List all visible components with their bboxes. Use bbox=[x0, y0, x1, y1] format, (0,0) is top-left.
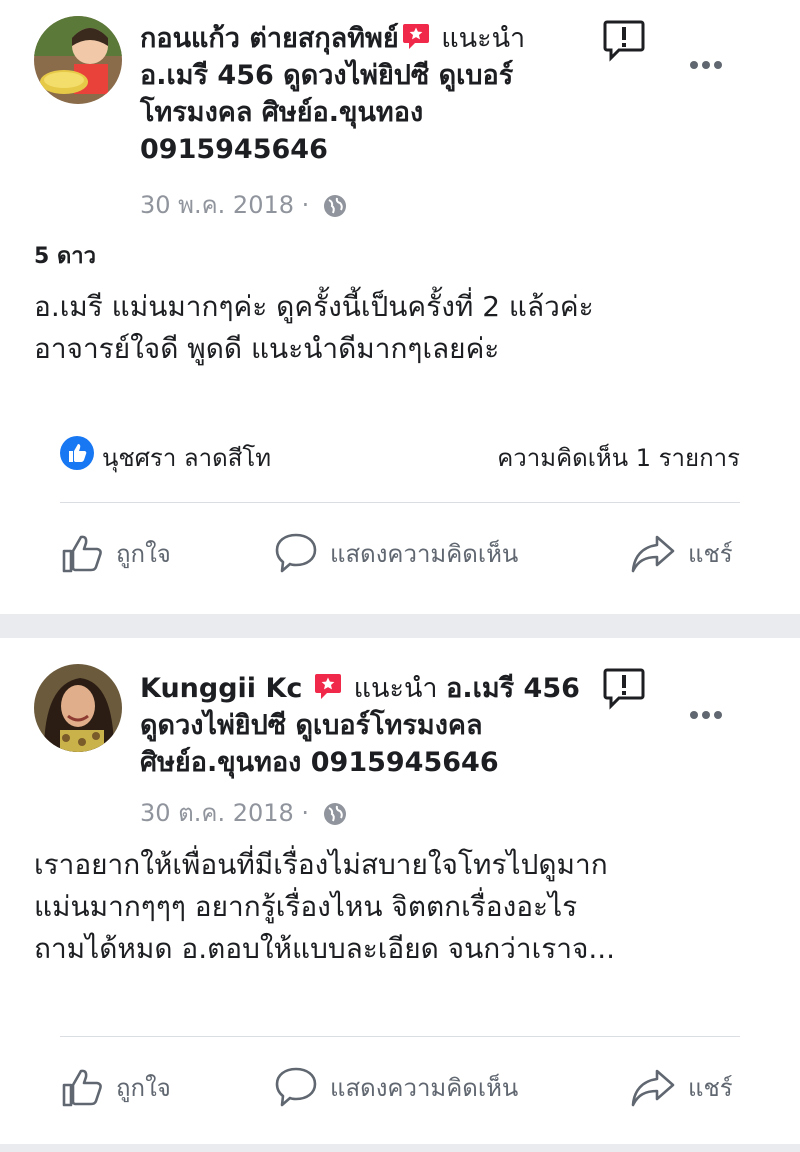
share-arrow-icon bbox=[631, 535, 675, 573]
post-header: กอนแก้ว ต่ายสกุลทิพย์ แนะนำ อ.เมรี 456 ด… bbox=[140, 20, 602, 168]
meta-separator: · bbox=[301, 191, 310, 219]
feed-separator bbox=[0, 614, 800, 638]
comment-count[interactable]: ความคิดเห็น 1 รายการ bbox=[497, 438, 740, 477]
report-icon[interactable] bbox=[602, 18, 646, 62]
recommended-page-line-2[interactable]: โทรมงคล ศิษย์อ.ขุนทอง bbox=[140, 97, 423, 128]
comment-button[interactable]: แสดงความคิดเห็น bbox=[274, 1062, 518, 1112]
review-line: ถามได้หมด อ.ตอบให้แบบละเอียด จนกว่าเราจ.… bbox=[34, 932, 616, 965]
like-reaction-icon bbox=[60, 436, 94, 470]
recommended-page[interactable]: อ.เมรี 456 bbox=[446, 673, 580, 704]
divider bbox=[60, 502, 740, 503]
report-icon[interactable] bbox=[602, 666, 646, 710]
action-bar: ถูกใจ แสดงความคิดเห็น แชร์ bbox=[0, 1062, 800, 1112]
like-label: ถูกใจ bbox=[116, 1073, 171, 1102]
recommends-label: แนะนำ bbox=[441, 23, 526, 54]
comment-button[interactable]: แสดงความคิดเห็น bbox=[274, 528, 518, 578]
reactor-name[interactable]: นุชศรา ลาดสีโท bbox=[102, 438, 271, 477]
review-post-1: กอนแก้ว ต่ายสกุลทิพย์ แนะนำ อ.เมรี 456 ด… bbox=[0, 0, 800, 614]
post-date[interactable]: 30 พ.ค. 2018 bbox=[140, 191, 294, 219]
star-rating: 5 ดาว bbox=[34, 244, 96, 269]
recommend-badge-icon bbox=[401, 21, 431, 51]
like-label: ถูกใจ bbox=[116, 539, 171, 568]
post-meta: 30 ต.ค. 2018 · bbox=[140, 798, 347, 828]
recommended-page-line-3[interactable]: ศิษย์อ.ขุนทอง 0915945646 bbox=[140, 747, 499, 778]
like-button[interactable]: ถูกใจ bbox=[60, 528, 171, 578]
post-header: Kunggii Kc แนะนำ อ.เมรี 456 ดูดวงไพ่ยิปซ… bbox=[140, 670, 602, 781]
feed-separator bbox=[0, 1144, 800, 1152]
author-name[interactable]: กอนแก้ว ต่ายสกุลทิพย์ bbox=[140, 23, 399, 54]
like-button[interactable]: ถูกใจ bbox=[60, 1062, 171, 1112]
thumbs-up-icon bbox=[62, 535, 102, 573]
recommended-page[interactable]: อ.เมรี 456 ดูดวงไพ่ยิปซี ดูเบอร์ bbox=[140, 60, 513, 91]
reactions-bar[interactable]: นุชศรา ลาดสีโท ความคิดเห็น 1 รายการ bbox=[60, 436, 740, 472]
comment-bubble-icon bbox=[275, 1067, 317, 1107]
author-name[interactable]: Kunggii Kc bbox=[140, 673, 302, 704]
more-options-icon[interactable] bbox=[690, 704, 730, 719]
recommended-page-line-3[interactable]: 0915945646 bbox=[140, 134, 328, 165]
comment-label: แสดงความคิดเห็น bbox=[330, 1073, 519, 1102]
review-line: แม่นมากๆๆๆ อยากรู้เรื่องไหน จิตตกเรื่องอ… bbox=[34, 890, 578, 923]
review-body: อ.เมรี แม่นมากๆค่ะ ดูครั้งนี้เป็นครั้งที… bbox=[34, 286, 774, 370]
comment-bubble-icon bbox=[275, 533, 317, 573]
review-line: เราอยากให้เพื่อนที่มีเรื่องไม่สบายใจโทรไ… bbox=[34, 848, 608, 881]
globe-icon bbox=[323, 194, 347, 218]
action-bar: ถูกใจ แสดงความคิดเห็น แชร์ bbox=[0, 528, 800, 578]
post-meta: 30 พ.ค. 2018 · bbox=[140, 190, 347, 220]
post-date[interactable]: 30 ต.ค. 2018 bbox=[140, 799, 294, 827]
share-button[interactable]: แชร์ bbox=[630, 528, 733, 578]
author-avatar[interactable] bbox=[34, 16, 122, 104]
review-line: อาจารย์ใจดี พูดดี แนะนำดีมากๆเลยค่ะ bbox=[34, 332, 500, 365]
comment-label: แสดงความคิดเห็น bbox=[330, 539, 519, 568]
review-line: อ.เมรี แม่นมากๆค่ะ ดูครั้งนี้เป็นครั้งที… bbox=[34, 290, 594, 323]
recommended-page-line-2[interactable]: ดูดวงไพ่ยิปซี ดูเบอร์โทรมงคล bbox=[140, 710, 482, 741]
globe-icon bbox=[323, 802, 347, 826]
recommend-badge-icon bbox=[313, 671, 343, 701]
share-arrow-icon bbox=[631, 1069, 675, 1107]
review-post-2: Kunggii Kc แนะนำ อ.เมรี 456 ดูดวงไพ่ยิปซ… bbox=[0, 638, 800, 1144]
share-label: แชร์ bbox=[688, 1073, 733, 1102]
review-body[interactable]: เราอยากให้เพื่อนที่มีเรื่องไม่สบายใจโทรไ… bbox=[34, 844, 774, 970]
share-label: แชร์ bbox=[688, 539, 733, 568]
share-button[interactable]: แชร์ bbox=[630, 1062, 733, 1112]
divider bbox=[60, 1036, 740, 1037]
more-options-icon[interactable] bbox=[690, 54, 730, 69]
recommends-label: แนะนำ bbox=[353, 673, 438, 704]
meta-separator: · bbox=[301, 799, 310, 827]
thumbs-up-icon bbox=[62, 1069, 102, 1107]
author-avatar[interactable] bbox=[34, 664, 122, 752]
